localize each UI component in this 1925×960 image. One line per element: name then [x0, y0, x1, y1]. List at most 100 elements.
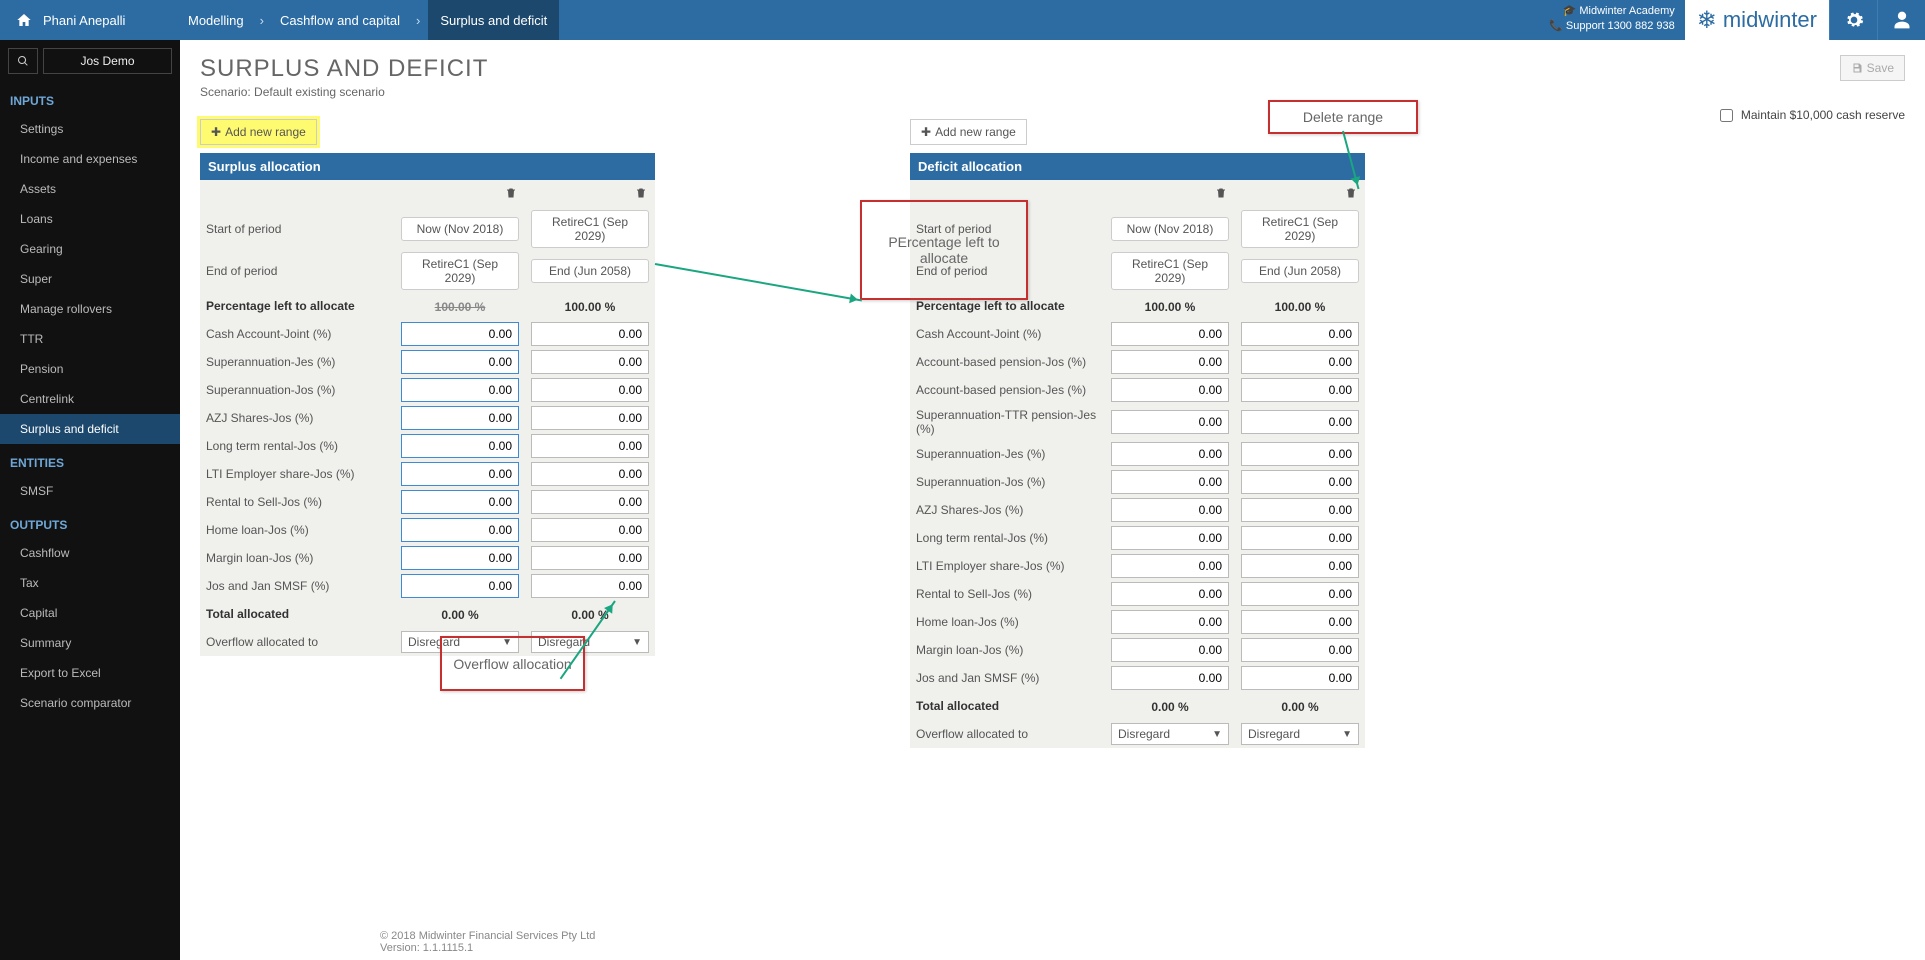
allocation-input[interactable] — [401, 490, 519, 514]
allocation-input[interactable] — [401, 322, 519, 346]
profile-button[interactable] — [1877, 0, 1925, 40]
allocation-input[interactable] — [1111, 322, 1229, 346]
sidebar-item[interactable]: Cashflow — [0, 538, 180, 568]
allocation-input[interactable] — [1241, 666, 1359, 690]
settings-button[interactable] — [1829, 0, 1877, 40]
allocation-input[interactable] — [1241, 554, 1359, 578]
allocation-input[interactable] — [1241, 526, 1359, 550]
period-start[interactable]: RetireC1 (Sep 2029) — [531, 210, 649, 248]
topbar: Phani Anepalli Modelling › Cashflow and … — [0, 0, 1925, 40]
allocation-input[interactable] — [1241, 442, 1359, 466]
allocation-input[interactable] — [1241, 498, 1359, 522]
sidebar-item[interactable]: Settings — [0, 114, 180, 144]
sidebar-item[interactable]: Manage rollovers — [0, 294, 180, 324]
sidebar-item[interactable]: Summary — [0, 628, 180, 658]
allocation-input[interactable] — [401, 350, 519, 374]
crumb-surplus[interactable]: Surplus and deficit — [428, 0, 559, 40]
sidebar-item[interactable]: Scenario comparator — [0, 688, 180, 718]
sidebar-item[interactable]: Tax — [0, 568, 180, 598]
allocation-input[interactable] — [1241, 350, 1359, 374]
row-label: Superannuation-Jes (%) — [200, 351, 395, 373]
client-selector[interactable]: Jos Demo — [43, 48, 172, 74]
allocation-input[interactable] — [401, 518, 519, 542]
allocation-input[interactable] — [1111, 378, 1229, 402]
annotation-delete-range: Delete range — [1268, 100, 1418, 134]
sidebar-item[interactable]: Pension — [0, 354, 180, 384]
overflow-select[interactable]: Disregard▼ — [1241, 723, 1359, 745]
allocation-input[interactable] — [1111, 666, 1229, 690]
sidebar-item[interactable]: Centrelink — [0, 384, 180, 414]
allocation-input[interactable] — [1111, 554, 1229, 578]
sidebar-item[interactable]: TTR — [0, 324, 180, 354]
allocation-input[interactable] — [1111, 638, 1229, 662]
allocation-input[interactable] — [531, 574, 649, 598]
allocation-input[interactable] — [401, 434, 519, 458]
sidebar-item[interactable]: Super — [0, 264, 180, 294]
add-range-surplus[interactable]: ✚ Add new range — [200, 119, 317, 145]
sidebar-item[interactable]: Gearing — [0, 234, 180, 264]
maintain-checkbox[interactable] — [1720, 109, 1733, 122]
sidebar-item[interactable]: Loans — [0, 204, 180, 234]
allocation-input[interactable] — [401, 574, 519, 598]
sidebar-item[interactable]: Export to Excel — [0, 658, 180, 688]
allocation-input[interactable] — [401, 462, 519, 486]
allocation-input[interactable] — [1241, 378, 1359, 402]
user-home[interactable]: Phani Anepalli — [0, 0, 180, 40]
delete-column[interactable] — [505, 188, 517, 203]
allocation-input[interactable] — [531, 378, 649, 402]
table-row: Superannuation-Jos (%) — [910, 468, 1365, 496]
allocation-input[interactable] — [1241, 638, 1359, 662]
allocation-input[interactable] — [1111, 526, 1229, 550]
allocation-input[interactable] — [1241, 410, 1359, 434]
overflow-select[interactable]: Disregard▼ — [1111, 723, 1229, 745]
sidebar-item[interactable]: Income and expenses — [0, 144, 180, 174]
row-label: Margin loan-Jos (%) — [910, 639, 1105, 661]
allocation-input[interactable] — [531, 490, 649, 514]
allocation-input[interactable] — [1241, 322, 1359, 346]
academy-link[interactable]: Midwinter Academy — [1579, 5, 1674, 17]
allocation-input[interactable] — [401, 546, 519, 570]
allocation-input[interactable] — [1241, 470, 1359, 494]
delete-column[interactable] — [635, 188, 647, 203]
period-end[interactable]: End (Jun 2058) — [531, 259, 649, 283]
home-icon — [15, 12, 33, 28]
allocation-input[interactable] — [1241, 582, 1359, 606]
allocation-input[interactable] — [531, 518, 649, 542]
row-label: Percentage left to allocate — [200, 295, 395, 317]
logo: ❄ midwinter — [1685, 0, 1829, 40]
period-end[interactable]: End (Jun 2058) — [1241, 259, 1359, 283]
allocation-input[interactable] — [1111, 498, 1229, 522]
allocation-input[interactable] — [401, 406, 519, 430]
sidebar-item[interactable]: Assets — [0, 174, 180, 204]
period-start[interactable]: RetireC1 (Sep 2029) — [1241, 210, 1359, 248]
allocation-input[interactable] — [531, 406, 649, 430]
allocation-input[interactable] — [1111, 470, 1229, 494]
crumb-cashflow[interactable]: Cashflow and capital — [272, 13, 408, 28]
allocation-input[interactable] — [1111, 350, 1229, 374]
allocation-input[interactable] — [531, 322, 649, 346]
allocation-input[interactable] — [401, 378, 519, 402]
delete-column[interactable] — [1215, 188, 1227, 203]
period-end[interactable]: RetireC1 (Sep 2029) — [1111, 252, 1229, 290]
allocation-input[interactable] — [1111, 610, 1229, 634]
sidebar-item[interactable]: SMSF — [0, 476, 180, 506]
search-button[interactable] — [8, 48, 38, 74]
period-start[interactable]: Now (Nov 2018) — [401, 217, 519, 241]
allocation-input[interactable] — [1111, 582, 1229, 606]
allocation-input[interactable] — [1241, 610, 1359, 634]
sidebar-item[interactable]: Capital — [0, 598, 180, 628]
allocation-input[interactable] — [1111, 442, 1229, 466]
allocation-input[interactable] — [1111, 410, 1229, 434]
maintain-reserve[interactable]: Maintain $10,000 cash reserve — [1720, 108, 1905, 122]
allocation-input[interactable] — [531, 350, 649, 374]
snowflake-icon: ❄ — [1697, 6, 1717, 35]
crumb-modelling[interactable]: Modelling — [180, 13, 252, 28]
allocation-input[interactable] — [531, 462, 649, 486]
period-start[interactable]: Now (Nov 2018) — [1111, 217, 1229, 241]
period-end[interactable]: RetireC1 (Sep 2029) — [401, 252, 519, 290]
save-button[interactable]: Save — [1840, 55, 1905, 81]
allocation-input[interactable] — [531, 434, 649, 458]
allocation-input[interactable] — [531, 546, 649, 570]
add-range-deficit[interactable]: ✚ Add new range — [910, 119, 1027, 145]
sidebar-item[interactable]: Surplus and deficit — [0, 414, 180, 444]
